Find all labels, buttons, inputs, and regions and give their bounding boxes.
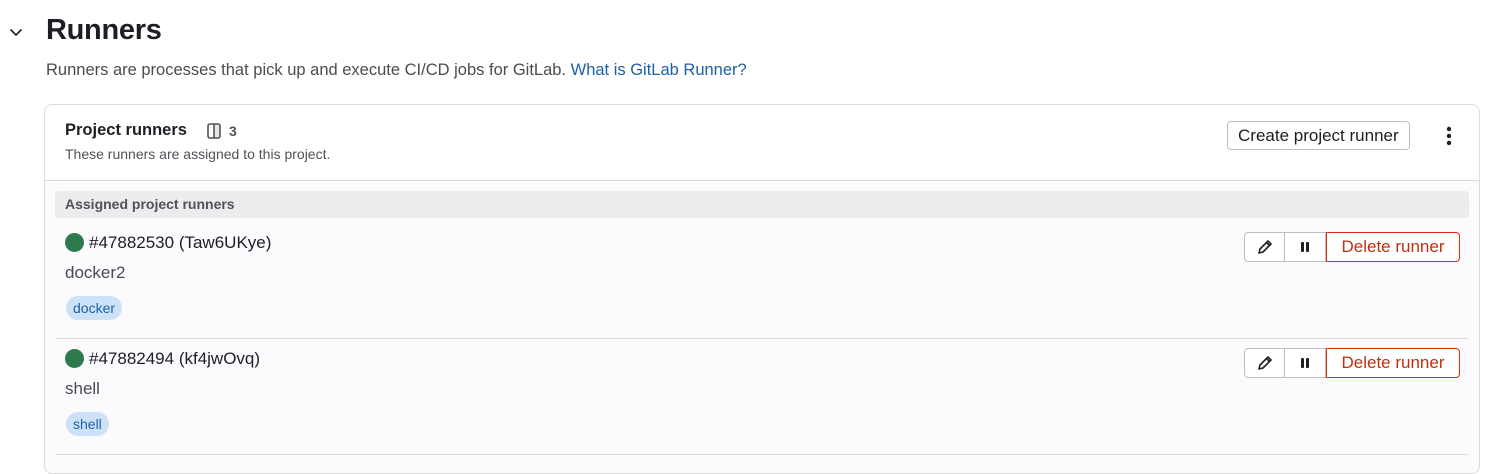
runner-row: #47882530 (Taw6UKye) docker2 docker Dele… [55,223,1469,339]
pause-runner-button[interactable] [1285,232,1326,262]
create-project-runner-button[interactable]: Create project runner [1227,121,1410,150]
runner-icon [207,123,221,139]
kebab-vertical-icon [1446,126,1452,146]
pencil-icon [1257,240,1272,254]
delete-runner-button[interactable]: Delete runner [1326,348,1460,378]
runner-id: #47882494 (kf4jwOvq) [89,349,261,368]
pause-runner-button[interactable] [1285,348,1326,378]
project-runners-card: Project runners 3 These runners are assi… [44,104,1480,474]
runner-count: 3 [206,122,237,140]
runner-id: #47882530 (Taw6UKye) [89,233,272,252]
runner-tag: shell [66,412,109,436]
section-description: Runners are processes that pick up and e… [46,61,747,80]
runner-tag: docker [66,296,123,320]
card-title: Project runners [65,121,187,139]
section-collapse-toggle[interactable] [4,20,28,44]
runner-description: docker2 [65,263,126,282]
card-header: Project runners 3 These runners are assi… [45,105,1479,181]
runner-count-value: 3 [229,123,237,139]
runner-actions: Delete runner [1244,232,1460,262]
edit-runner-button[interactable] [1244,348,1285,378]
status-online-icon [65,233,84,252]
card-subtitle: These runners are assigned to this proje… [65,146,331,162]
runner-description: shell [65,379,100,398]
runner-row: #47882494 (kf4jwOvq) shell shell Delete … [55,339,1469,455]
runners-section-header: Runners Runners are processes that pick … [0,0,1488,100]
more-actions-button[interactable] [1437,123,1461,149]
status-online-icon [65,349,84,368]
pause-icon [1301,358,1309,368]
chevron-down-icon [10,29,22,36]
section-description-text: Runners are processes that pick up and e… [46,61,567,79]
what-is-gitlab-runner-link[interactable]: What is GitLab Runner? [571,61,747,79]
edit-runner-button[interactable] [1244,232,1285,262]
assigned-runners-group-header: Assigned project runners [55,191,1469,218]
delete-runner-button[interactable]: Delete runner [1326,232,1460,262]
runner-actions: Delete runner [1244,348,1460,378]
pencil-icon [1257,356,1272,370]
section-title: Runners [46,14,162,46]
pause-icon [1301,242,1309,252]
